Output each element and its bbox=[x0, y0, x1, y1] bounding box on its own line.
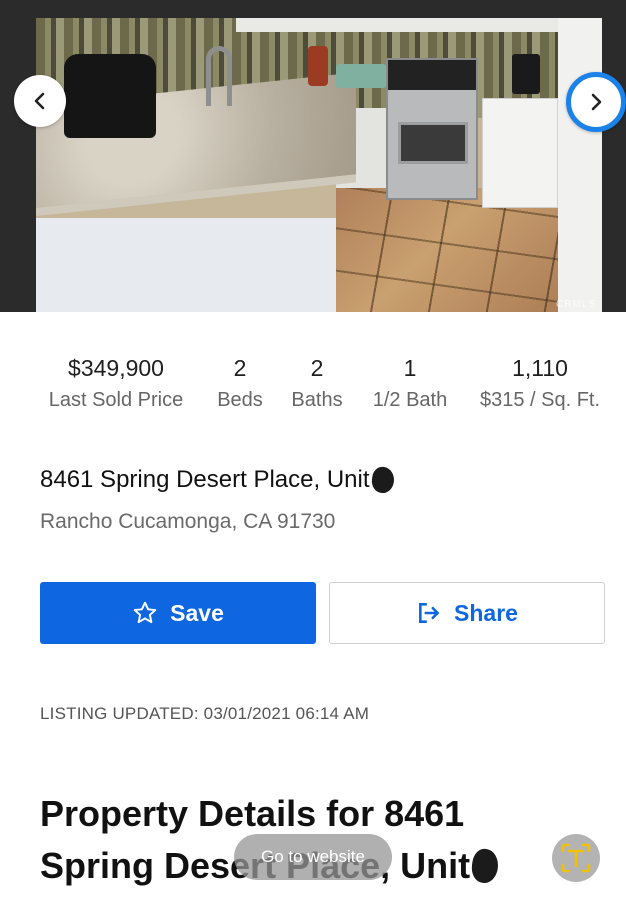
stat-label: 1/2 Bath bbox=[372, 389, 448, 411]
previous-photo-button[interactable] bbox=[14, 75, 66, 127]
stat-label: $315 / Sq. Ft. bbox=[479, 389, 601, 411]
listing-updated: LISTING UPDATED: 03/01/2021 06:14 AM bbox=[40, 704, 370, 723]
toaster bbox=[336, 64, 386, 88]
property-stats: $349,900 Last Sold Price 2 Beds 2 Baths … bbox=[0, 352, 626, 422]
go-to-website-button[interactable]: Go to website bbox=[234, 834, 392, 880]
stat-half-bath: 1 1/2 Bath bbox=[366, 352, 454, 416]
stat-value: 2 bbox=[310, 355, 324, 381]
blender bbox=[308, 46, 328, 86]
stat-sqft: 1,110 $315 / Sq. Ft. bbox=[472, 352, 608, 416]
stat-value: 2 bbox=[233, 355, 247, 381]
faucet bbox=[206, 46, 232, 106]
save-button[interactable]: Save bbox=[40, 582, 316, 644]
stat-value: 1 bbox=[403, 355, 417, 381]
stat-beds: 2 Beds bbox=[212, 352, 268, 416]
star-outline-icon bbox=[133, 601, 157, 624]
kitchen-photo[interactable]: CRMLS bbox=[36, 18, 602, 312]
text-scan-button[interactable] bbox=[552, 834, 600, 882]
cooktop bbox=[388, 60, 476, 90]
heading-line-1: Property Details for 8461 bbox=[40, 793, 465, 834]
photo-carousel[interactable]: CRMLS bbox=[0, 0, 626, 312]
street-address-text: 8461 Spring Desert Place, Unit bbox=[40, 466, 370, 493]
upper-cabinets bbox=[236, 18, 596, 32]
chevron-right-icon bbox=[591, 93, 602, 111]
stat-value: $349,900 bbox=[68, 355, 164, 381]
base-cabinets bbox=[482, 98, 558, 208]
island-cabinet bbox=[36, 218, 336, 312]
save-button-label: Save bbox=[170, 599, 224, 626]
stat-label: Last Sold Price bbox=[48, 389, 184, 411]
city-state-zip: Rancho Cucamonga, CA 91730 bbox=[40, 510, 336, 533]
share-button-label: Share bbox=[454, 599, 518, 626]
redacted-mark bbox=[369, 465, 396, 495]
stat-value: 1,110 bbox=[512, 355, 568, 381]
street-address: 8461 Spring Desert Place, Unit bbox=[40, 465, 396, 495]
photo-watermark: CRMLS bbox=[555, 299, 596, 310]
share-button[interactable]: Share bbox=[329, 582, 605, 644]
coffee-maker bbox=[512, 54, 540, 94]
oven-window bbox=[398, 122, 468, 164]
text-recognition-icon bbox=[561, 843, 591, 873]
stat-price: $349,900 Last Sold Price bbox=[40, 352, 192, 416]
stat-baths: 2 Baths bbox=[286, 352, 348, 416]
next-photo-button[interactable] bbox=[566, 72, 626, 132]
stove bbox=[386, 58, 478, 200]
redacted-mark bbox=[469, 847, 501, 885]
share-arrow-icon bbox=[419, 603, 439, 623]
stat-label: Baths bbox=[291, 389, 343, 411]
toaster-oven bbox=[64, 54, 156, 138]
chevron-left-icon bbox=[34, 92, 45, 110]
refrigerator bbox=[558, 18, 602, 312]
stat-label: Beds bbox=[217, 389, 263, 411]
